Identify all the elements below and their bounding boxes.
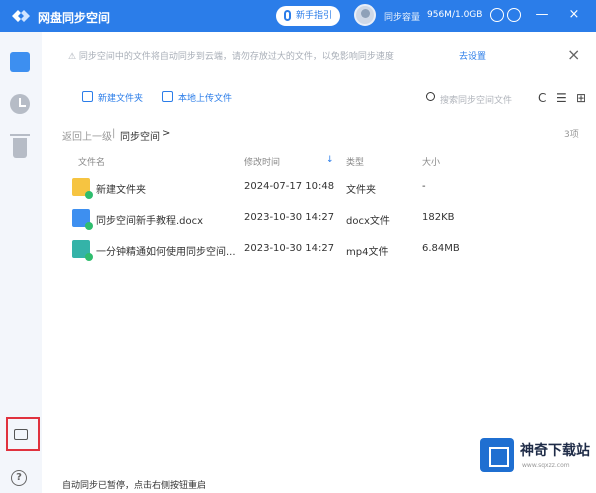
folder-outline-icon xyxy=(14,429,28,440)
video-file-icon xyxy=(72,240,93,261)
header-name[interactable]: 文件名 xyxy=(78,155,105,168)
watermark: 神奇下载站 www.sqxzz.com xyxy=(478,436,596,476)
upload-icon xyxy=(162,91,173,102)
folder-icon xyxy=(72,178,93,199)
app-title: 网盘同步空间 xyxy=(38,11,111,25)
recent-clock-icon[interactable] xyxy=(10,94,30,114)
notice-close-icon[interactable]: × xyxy=(567,45,580,64)
table-row[interactable]: 同步空间新手教程.docx 2023-10-30 14:27 docx文件 18… xyxy=(58,205,578,233)
notice-settings-link[interactable]: 去设置 xyxy=(459,49,486,62)
file-size: 182KB xyxy=(422,212,455,223)
search-placeholder: 搜索同步空间文件 xyxy=(440,96,513,106)
sync-status: 自动同步已暂停，点击右侧按钮重启 xyxy=(62,481,207,491)
info-icon[interactable] xyxy=(507,8,521,22)
table-row[interactable]: 一分钟精通如何使用同步空间... 2023-10-30 14:27 mp4文件 … xyxy=(58,236,578,264)
file-name: 一分钟精通如何使用同步空间... xyxy=(96,247,236,258)
minimize-button[interactable]: — xyxy=(534,6,550,24)
file-type: mp4文件 xyxy=(346,247,389,258)
file-type: 文件夹 xyxy=(346,185,376,196)
back-link[interactable]: 返回上一级 xyxy=(62,128,112,143)
file-name: 新建文件夹 xyxy=(96,185,146,196)
sort-arrow-icon[interactable]: ↓ xyxy=(326,155,334,165)
watermark-url: www.sqxzz.com xyxy=(522,462,570,469)
file-modified: 2023-10-30 14:27 xyxy=(244,212,335,223)
new-folder-icon xyxy=(82,91,93,102)
new-folder-label: 新建文件夹 xyxy=(98,94,144,104)
file-name: 同步空间新手教程.docx xyxy=(96,216,204,227)
guide-button-label: 新手指引 xyxy=(296,11,333,21)
header-size[interactable]: 大小 xyxy=(422,155,440,168)
sync-folder-icon[interactable] xyxy=(10,52,30,72)
file-size: 6.84MB xyxy=(422,243,460,254)
microphone-icon xyxy=(284,10,291,21)
docx-file-icon xyxy=(72,209,93,230)
refresh-icon[interactable]: C xyxy=(538,91,546,105)
open-folder-button[interactable] xyxy=(6,417,40,451)
space-value: 956M/1.0GB xyxy=(427,10,483,20)
upload-button[interactable]: 本地上传文件 xyxy=(162,91,232,104)
avatar[interactable] xyxy=(354,4,376,26)
breadcrumb-current[interactable]: 同步空间 xyxy=(120,128,160,143)
grid-view-icon[interactable]: ⊞ xyxy=(576,91,586,105)
new-folder-button[interactable]: 新建文件夹 xyxy=(82,91,143,104)
header-modified[interactable]: 修改时间 xyxy=(244,155,280,168)
upload-label: 本地上传文件 xyxy=(178,94,233,104)
header-type[interactable]: 类型 xyxy=(346,155,364,168)
breadcrumb-separator: | xyxy=(112,128,116,139)
breadcrumb-arrow-icon: > xyxy=(162,128,171,139)
file-modified: 2023-10-30 14:27 xyxy=(244,243,335,254)
watermark-logo-icon xyxy=(480,438,514,472)
title-bar: 网盘同步空间 新手指引 同步容量 956M/1.0GB — × xyxy=(0,0,596,32)
search-input[interactable]: 搜索同步空间文件 xyxy=(420,88,526,108)
sort-icon[interactable]: ☰ xyxy=(556,91,567,105)
notice-bar: ⚠ 同步空间中的文件将自动同步到云端，请勿存放过大的文件，以免影响同步速度 去设… xyxy=(60,44,590,66)
search-icon xyxy=(426,92,435,101)
table-row[interactable]: 新建文件夹 2024-07-17 10:48 文件夹 - xyxy=(58,174,578,202)
trash-icon[interactable] xyxy=(10,134,30,158)
file-size: - xyxy=(422,181,426,192)
app-logo-icon xyxy=(12,10,30,22)
watermark-title: 神奇下载站 xyxy=(520,443,590,459)
file-type: docx文件 xyxy=(346,216,390,227)
file-modified: 2024-07-17 10:48 xyxy=(244,181,335,192)
guide-button[interactable]: 新手指引 xyxy=(276,6,340,26)
space-label: 同步容量 xyxy=(384,13,421,23)
settings-icon[interactable] xyxy=(490,8,504,22)
item-count: 3项 xyxy=(564,130,579,140)
sidebar: ? xyxy=(0,32,42,493)
help-icon[interactable]: ? xyxy=(11,470,27,486)
notice-text: ⚠ 同步空间中的文件将自动同步到云端，请勿存放过大的文件，以免影响同步速度 xyxy=(68,52,394,62)
close-button[interactable]: × xyxy=(566,6,582,24)
